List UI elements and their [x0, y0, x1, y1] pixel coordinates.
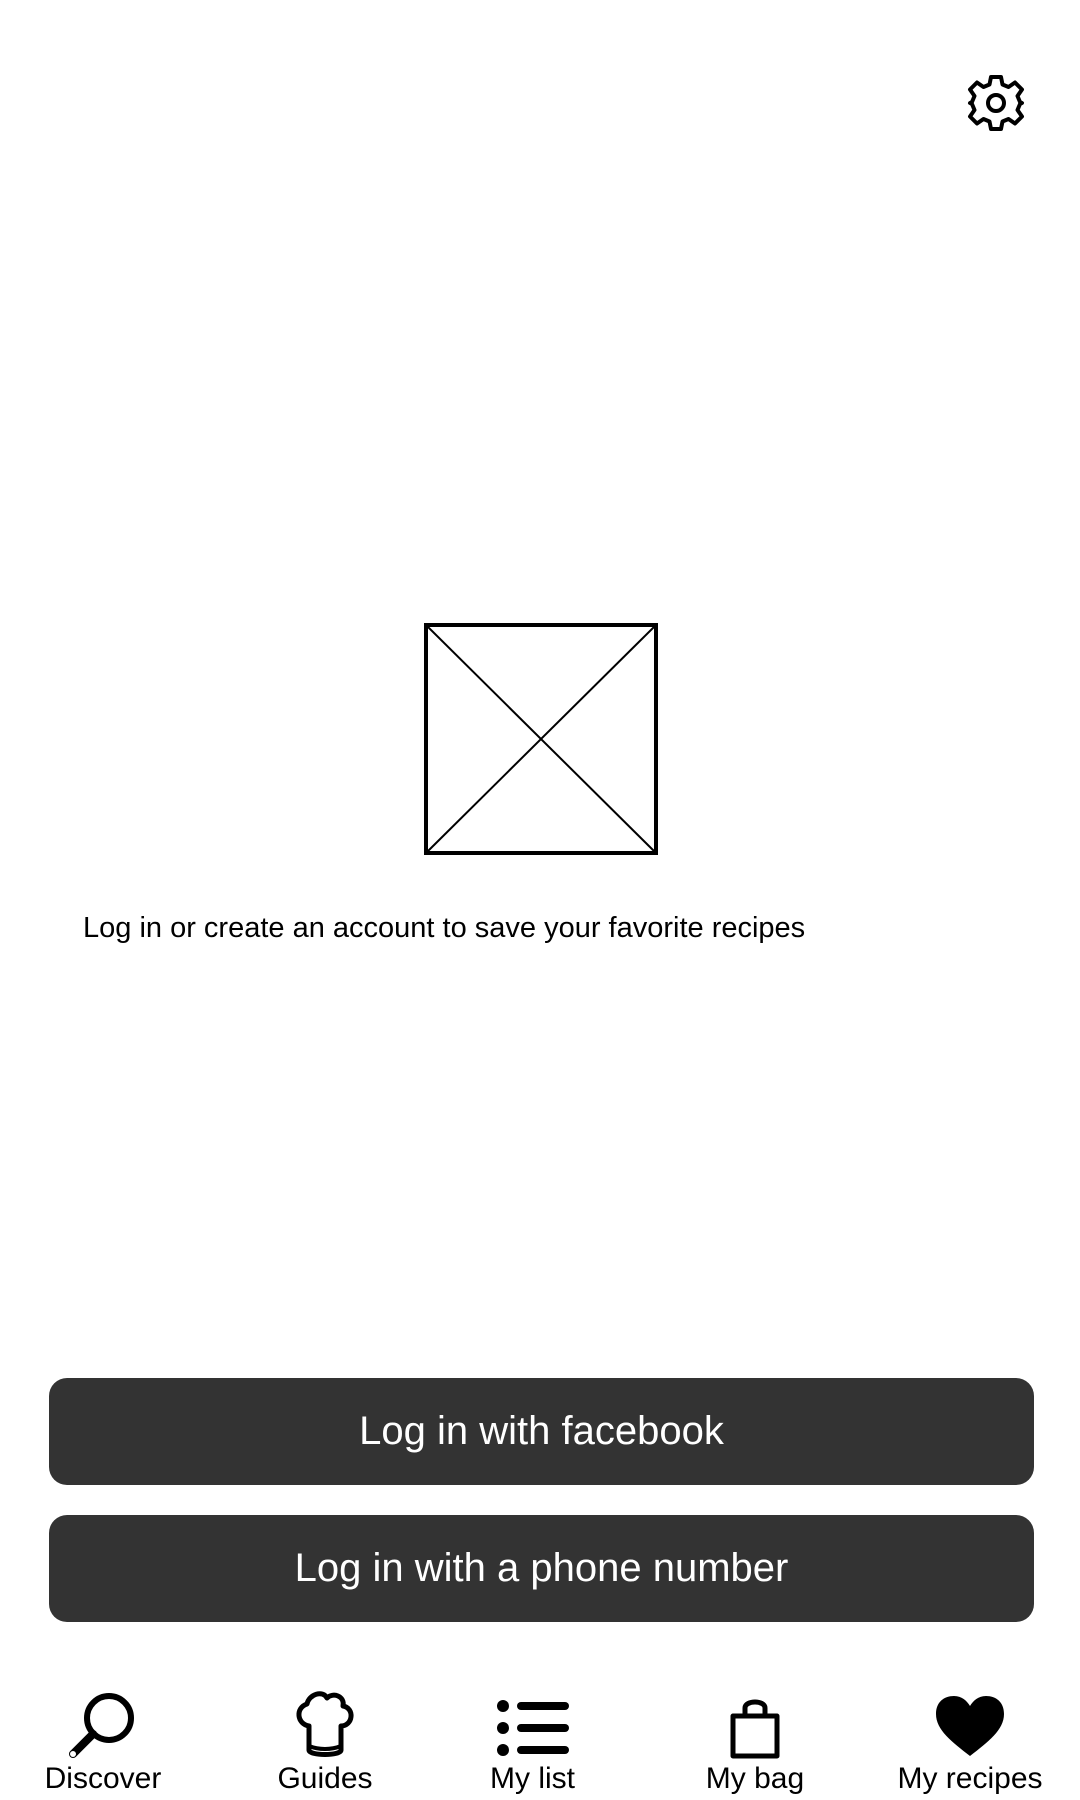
heart-icon — [932, 1680, 1008, 1760]
tab-label: My recipes — [897, 1762, 1043, 1795]
shopping-bag-icon — [725, 1680, 785, 1760]
chef-hat-icon — [285, 1680, 365, 1760]
tab-discover[interactable]: Discover — [33, 1680, 173, 1800]
settings-button[interactable] — [964, 71, 1028, 135]
tab-my-list[interactable]: My list — [470, 1680, 595, 1800]
image-placeholder-icon — [424, 623, 658, 855]
facebook-login-button[interactable]: Log in with facebook — [49, 1378, 1034, 1485]
tab-guides[interactable]: Guides — [255, 1680, 395, 1800]
tab-label: My bag — [705, 1762, 805, 1795]
gear-icon — [964, 71, 1028, 135]
tab-my-bag[interactable]: My bag — [685, 1680, 825, 1800]
bottom-tab-bar: Discover Guides My list My bag My recipe… — [0, 1680, 1080, 1800]
phone-login-button[interactable]: Log in with a phone number — [49, 1515, 1034, 1622]
tab-label: My list — [490, 1762, 575, 1795]
tab-label: Guides — [277, 1762, 373, 1795]
login-prompt-message: Log in or create an account to save your… — [83, 912, 806, 944]
tab-my-recipes[interactable]: My recipes — [885, 1680, 1055, 1800]
image-placeholder — [424, 623, 658, 855]
list-icon — [495, 1680, 571, 1760]
search-icon — [63, 1680, 143, 1760]
tab-label: Discover — [44, 1762, 162, 1795]
